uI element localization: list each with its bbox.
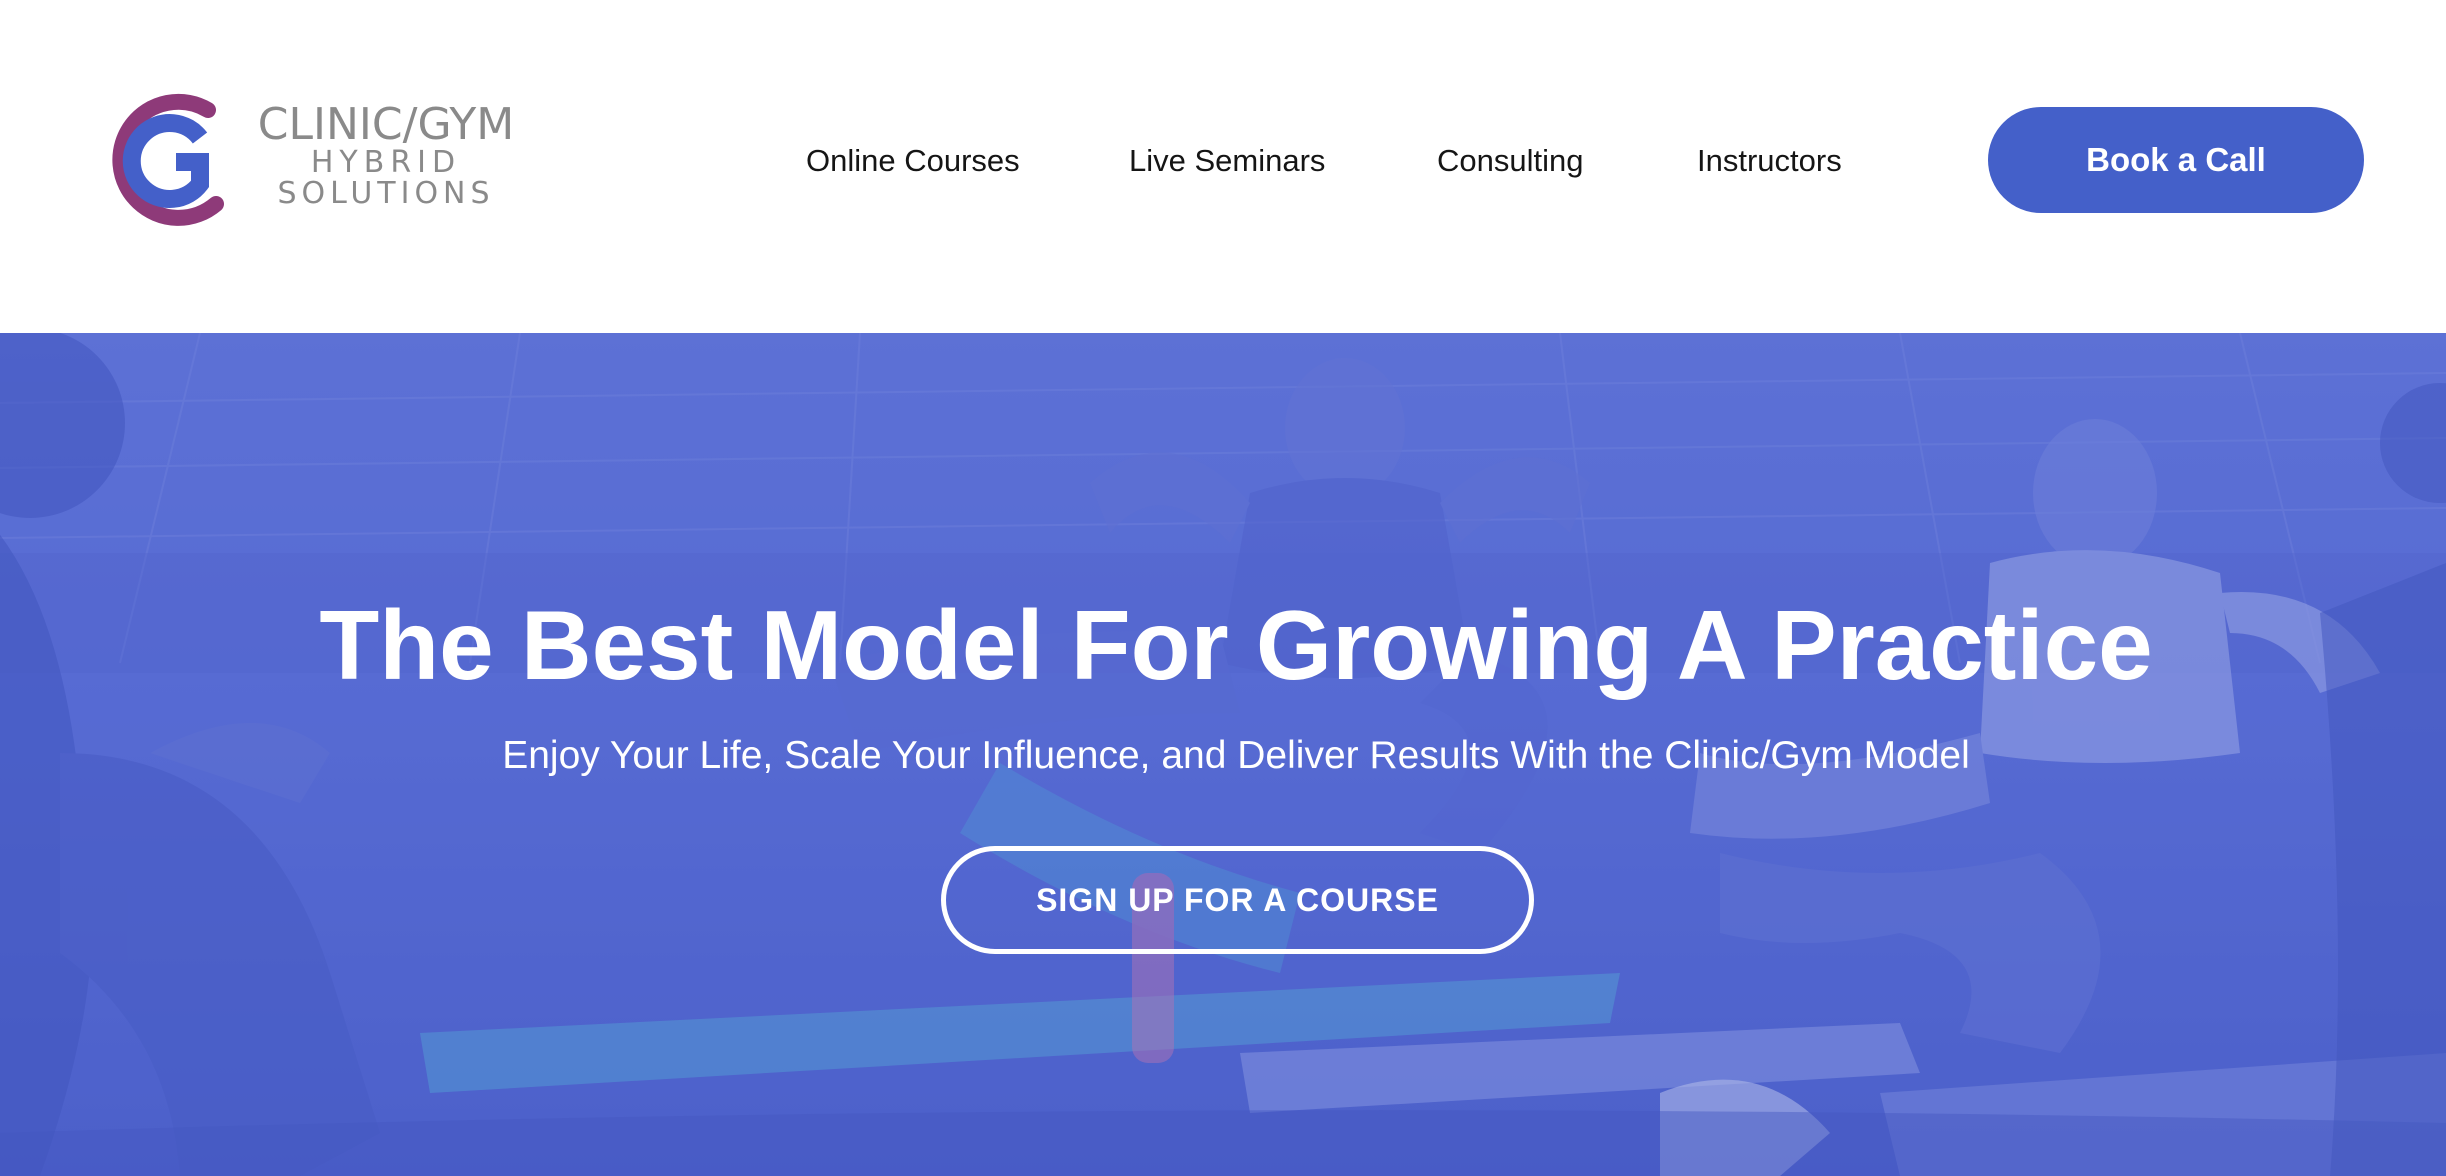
sign-up-course-button[interactable]: SIGN UP FOR A COURSE: [941, 846, 1534, 954]
logo-wordmark: CLINIC/GYM HYBRID SOLUTIONS: [236, 102, 536, 210]
logo-line-2: HYBRID: [310, 145, 462, 180]
nav-instructors[interactable]: Instructors: [1697, 138, 1842, 184]
nav-online-courses[interactable]: Online Courses: [806, 138, 1020, 184]
logo-line-3: SOLUTIONS: [277, 176, 495, 211]
nav-consulting[interactable]: Consulting: [1437, 138, 1583, 184]
book-a-call-button[interactable]: Book a Call: [1988, 107, 2364, 213]
hero-subtitle: Enjoy Your Life, Scale Your Influence, a…: [502, 734, 1970, 777]
hero-title: The Best Model For Growing A Practice: [319, 590, 2153, 700]
logo-line-1: CLINIC/GYM: [257, 99, 515, 150]
clinic-gym-monogram-icon: [112, 93, 224, 226]
nav-live-seminars[interactable]: Live Seminars: [1129, 138, 1325, 184]
hero-section: The Best Model For Growing A Practice En…: [0, 333, 2446, 1176]
site-header: CLINIC/GYM HYBRID SOLUTIONS Online Cours…: [0, 0, 2446, 333]
logo[interactable]: CLINIC/GYM HYBRID SOLUTIONS: [104, 92, 534, 232]
